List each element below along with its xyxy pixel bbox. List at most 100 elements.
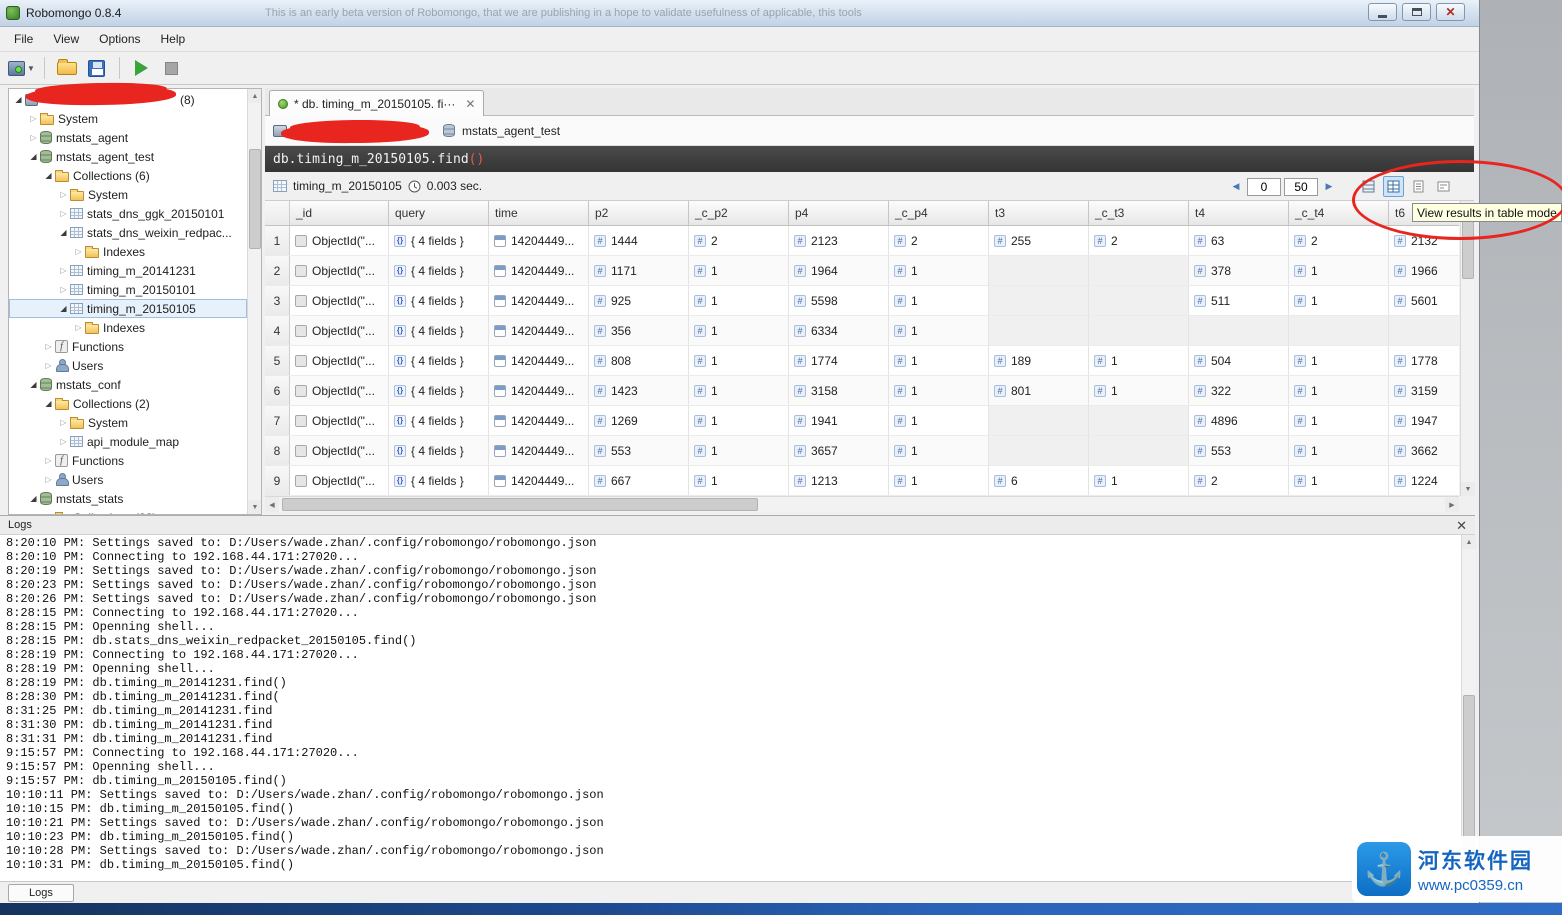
expand-arrow-icon[interactable]: ▷ (28, 114, 39, 123)
column-header-c_p2[interactable]: _c_p2 (689, 201, 789, 225)
cell[interactable]: #1 (1289, 376, 1389, 405)
cell[interactable]: #1 (689, 256, 789, 285)
collapse-arrow-icon[interactable]: ◢ (58, 228, 69, 237)
tree-item-system[interactable]: ▷System (9, 413, 247, 432)
stop-button[interactable] (159, 55, 185, 81)
cell[interactable]: 14204449... (489, 436, 589, 465)
title-bar[interactable]: Robomongo 0.8.4 This is an early beta ve… (0, 0, 1479, 27)
scroll-up-arrow[interactable]: ▲ (1462, 535, 1476, 549)
skip-input[interactable] (1247, 178, 1281, 196)
cell[interactable]: #1 (689, 406, 789, 435)
cell[interactable]: #1 (1289, 346, 1389, 375)
cell[interactable]: #511 (1189, 286, 1289, 315)
cell[interactable]: ObjectId("... (290, 316, 389, 345)
scroll-down-arrow[interactable]: ▼ (1461, 482, 1475, 496)
tree-item-stats-dns-ggk-20150101[interactable]: ▷stats_dns_ggk_20150101 (9, 204, 247, 223)
tree-item-users[interactable]: ▷Users (9, 470, 247, 489)
tree-item-functions[interactable]: ▷Functions (9, 337, 247, 356)
tree-item-indexes[interactable]: ▷Indexes (9, 242, 247, 261)
cell[interactable]: #1 (689, 466, 789, 495)
cell[interactable]: 14204449... (489, 256, 589, 285)
cell[interactable]: #63 (1189, 226, 1289, 255)
tree-item-collections-22[interactable]: ▷Collections (22) (9, 508, 247, 514)
column-header-p4[interactable]: p4 (789, 201, 889, 225)
cell[interactable]: #1 (889, 256, 989, 285)
cell[interactable]: #808 (589, 346, 689, 375)
expand-arrow-icon[interactable]: ▷ (43, 361, 54, 370)
cell[interactable] (989, 436, 1089, 465)
cell[interactable]: ObjectId("... (290, 226, 389, 255)
cell[interactable]: #1 (889, 316, 989, 345)
chevron-down-icon[interactable]: ▼ (27, 64, 35, 73)
column-header-t3[interactable]: t3 (989, 201, 1089, 225)
cell[interactable]: {}{ 4 fields } (389, 346, 489, 375)
cell[interactable]: ObjectId("... (290, 256, 389, 285)
cell[interactable]: #5598 (789, 286, 889, 315)
cell[interactable] (989, 316, 1089, 345)
expand-arrow-icon[interactable]: ▷ (43, 513, 54, 514)
column-header-t4[interactable]: t4 (1189, 201, 1289, 225)
cell[interactable]: #1444 (589, 226, 689, 255)
cell[interactable]: #1 (689, 286, 789, 315)
cell[interactable]: #1778 (1389, 346, 1459, 375)
menu-item-view[interactable]: View (43, 28, 89, 50)
column-header-time[interactable]: time (489, 201, 589, 225)
connect-button[interactable]: ▼ (8, 55, 35, 81)
menu-item-file[interactable]: File (4, 28, 43, 50)
menu-item-options[interactable]: Options (89, 28, 150, 50)
cell[interactable] (1189, 316, 1289, 345)
cell[interactable]: #1 (1089, 466, 1189, 495)
cell[interactable]: 14204449... (489, 346, 589, 375)
collapse-arrow-icon[interactable]: ◢ (43, 171, 54, 180)
tree-item-api-module-map[interactable]: ▷api_module_map (9, 432, 247, 451)
cell[interactable]: {}{ 4 fields } (389, 286, 489, 315)
cell[interactable]: #553 (589, 436, 689, 465)
cell[interactable]: #322 (1189, 376, 1289, 405)
cell[interactable]: {}{ 4 fields } (389, 256, 489, 285)
cell[interactable]: #378 (1189, 256, 1289, 285)
cell[interactable]: #2 (1289, 226, 1389, 255)
cell[interactable]: #3657 (789, 436, 889, 465)
expand-arrow-icon[interactable]: ▷ (43, 342, 54, 351)
cell[interactable]: #1 (889, 286, 989, 315)
cell[interactable]: {}{ 4 fields } (389, 436, 489, 465)
cell[interactable] (1089, 316, 1189, 345)
expand-arrow-icon[interactable]: ▷ (28, 133, 39, 142)
column-header-c_t3[interactable]: _c_t3 (1089, 201, 1189, 225)
expand-arrow-icon[interactable]: ▷ (58, 209, 69, 218)
cell[interactable]: #6 (989, 466, 1089, 495)
cell[interactable] (1089, 256, 1189, 285)
cell[interactable]: #1947 (1389, 406, 1459, 435)
cell[interactable]: #1 (1289, 286, 1389, 315)
expand-arrow-icon[interactable]: ▷ (73, 323, 84, 332)
cell[interactable]: #1269 (589, 406, 689, 435)
cell[interactable] (1089, 286, 1189, 315)
cell[interactable]: #1 (1289, 466, 1389, 495)
cell[interactable]: #1 (689, 376, 789, 405)
cell[interactable]: {}{ 4 fields } (389, 376, 489, 405)
cell[interactable]: #2 (889, 226, 989, 255)
expand-arrow-icon[interactable]: ▷ (58, 285, 69, 294)
cell[interactable]: {}{ 4 fields } (389, 406, 489, 435)
expand-arrow-icon[interactable]: ▷ (58, 418, 69, 427)
expand-arrow-icon[interactable]: ▷ (58, 437, 69, 446)
tree-item-mstats-agent-test[interactable]: ◢mstats_agent_test (9, 147, 247, 166)
collapse-arrow-icon[interactable]: ◢ (43, 399, 54, 408)
cell[interactable]: #1 (1289, 436, 1389, 465)
cell[interactable]: 14204449... (489, 406, 589, 435)
collapse-arrow-icon[interactable]: ◢ (28, 380, 39, 389)
cell[interactable]: {}{ 4 fields } (389, 316, 489, 345)
next-page-button[interactable]: ▶ (1321, 181, 1337, 192)
logs-close-icon[interactable]: ✕ (1456, 519, 1467, 532)
cell[interactable]: #356 (589, 316, 689, 345)
query-editor[interactable]: db.timing_m_20150105.find() (265, 146, 1474, 172)
cell[interactable]: ObjectId("... (290, 406, 389, 435)
tree-item-system[interactable]: ▷System (9, 109, 247, 128)
cell[interactable]: #1423 (589, 376, 689, 405)
cell[interactable]: #667 (589, 466, 689, 495)
expand-arrow-icon[interactable]: ▷ (73, 247, 84, 256)
cell[interactable] (989, 286, 1089, 315)
scrollbar-thumb[interactable] (282, 498, 758, 511)
cell[interactable]: #4896 (1189, 406, 1289, 435)
collapse-arrow-icon[interactable]: ◢ (58, 304, 69, 313)
